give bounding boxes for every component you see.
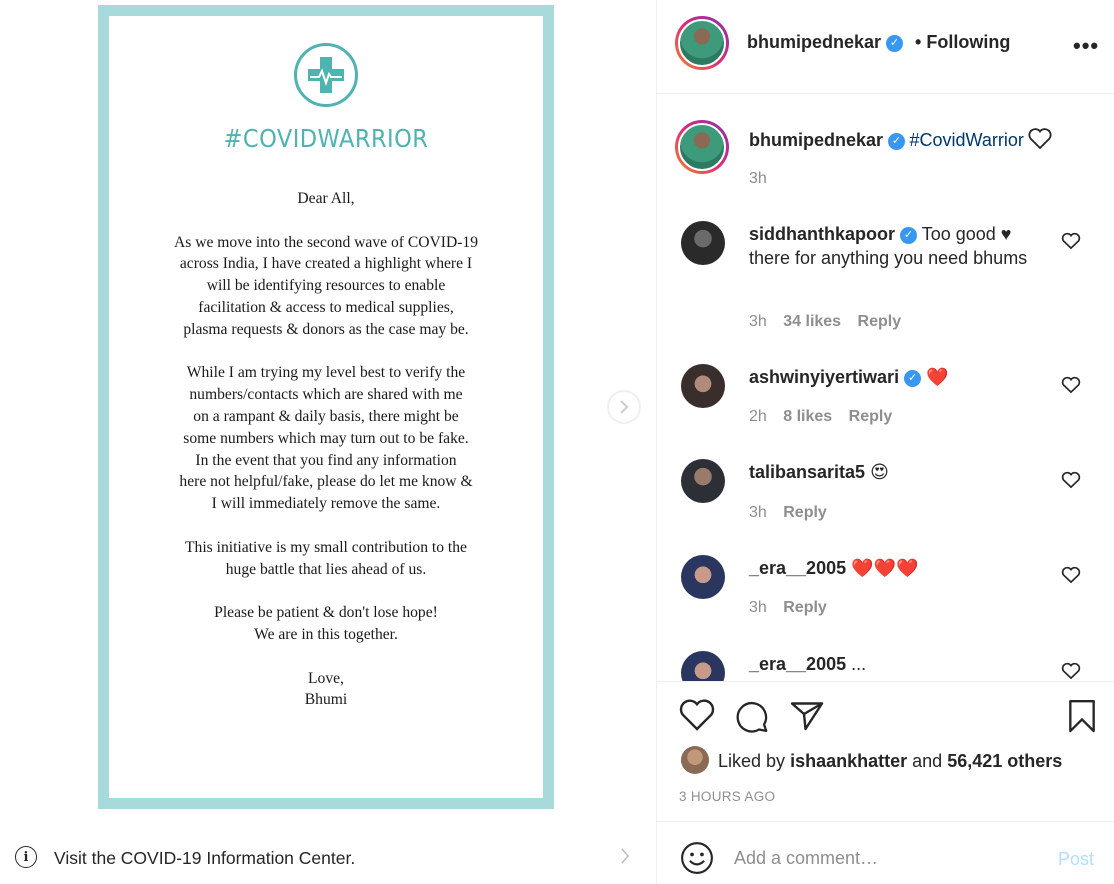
comment: talibansarita5 😍: [749, 460, 889, 484]
comment: _era__2005 ...: [749, 652, 866, 676]
comment-username[interactable]: _era__2005: [749, 558, 846, 578]
letter-paragraph: As we move into the second wave of COVID…: [173, 233, 478, 338]
comment-text: ❤️❤️❤️: [851, 558, 919, 578]
next-slide-button[interactable]: [607, 390, 641, 424]
more-icon[interactable]: •••: [1073, 33, 1099, 59]
comment: _era__2005 ❤️❤️❤️: [749, 556, 918, 580]
avatar[interactable]: [675, 16, 729, 70]
comment-text: 😍: [870, 462, 889, 482]
comment-text: ...: [851, 654, 867, 674]
likes-count[interactable]: 56,421 others: [947, 751, 1062, 771]
post-letter: Dear All, As we move into the second wav…: [109, 188, 543, 733]
emoji-icon[interactable]: [680, 841, 714, 875]
post-image[interactable]: #COVIDWARRIOR Dear All, As we move into …: [98, 5, 554, 809]
comment-time: 3h: [749, 313, 767, 330]
comment-text: ❤️: [926, 367, 949, 387]
comment-meta: 3h Reply: [749, 504, 827, 522]
letter-paragraph: Love, Bhumi: [304, 669, 348, 709]
like-comment-icon[interactable]: [1061, 662, 1081, 680]
comment-username[interactable]: _era__2005: [749, 654, 846, 674]
post-button[interactable]: Post: [1058, 849, 1094, 870]
hashtag-link[interactable]: #CovidWarrior: [909, 130, 1023, 150]
separator-dot: •: [915, 32, 922, 52]
verified-icon: ✓: [900, 226, 918, 244]
share-icon[interactable]: [789, 699, 825, 732]
liker-avatar[interactable]: [681, 746, 709, 774]
avatar[interactable]: [675, 120, 729, 174]
username-link[interactable]: bhumipednekar: [747, 32, 881, 52]
avatar[interactable]: [681, 555, 725, 599]
comment-meta: 3h 34 likes Reply: [749, 313, 901, 331]
avatar[interactable]: [681, 459, 725, 503]
comment-icon[interactable]: [734, 699, 770, 733]
header-username[interactable]: bhumipednekar ✓: [747, 32, 904, 53]
verified-icon: ✓: [904, 369, 922, 387]
liker-username[interactable]: ishaankhatter: [790, 751, 907, 771]
liked-by-label: Liked by: [718, 751, 786, 771]
avatar[interactable]: [681, 221, 725, 265]
comments-list[interactable]: bhumipednekar ✓ #CovidWarrior 3h siddhant…: [657, 95, 1114, 681]
reply-button[interactable]: Reply: [849, 408, 893, 425]
comment-meta: 3h Reply: [749, 599, 827, 617]
post-hashtag-title: #COVIDWARRIOR: [223, 124, 429, 153]
chevron-right-icon: [621, 848, 630, 864]
comment-time: 3h: [749, 504, 767, 521]
caption: bhumipednekar ✓ #CovidWarrior: [749, 128, 1052, 151]
chevron-right-icon: [620, 400, 629, 414]
post-timestamp[interactable]: 3 HOURS AGO: [679, 789, 775, 804]
letter-paragraph: Please be patient & don't lose hope! We …: [214, 604, 438, 643]
like-comment-icon[interactable]: [1061, 471, 1081, 489]
letter-paragraph: While I am trying my level best to verif…: [179, 364, 473, 513]
and-label: and: [912, 751, 943, 771]
verified-icon: ✓: [886, 34, 904, 52]
caption-time: 3h: [749, 170, 767, 187]
post-header: bhumipednekar ✓ • Following •••: [657, 0, 1114, 94]
comment-username[interactable]: talibansarita5: [749, 462, 865, 482]
heart-outline-icon: [1028, 128, 1052, 150]
heart-icon[interactable]: [679, 699, 715, 732]
bookmark-icon[interactable]: [1067, 699, 1097, 734]
avatar[interactable]: [681, 651, 725, 681]
following-label[interactable]: Following: [926, 32, 1010, 52]
letter-paragraph: Dear All,: [297, 190, 355, 207]
verified-icon: ✓: [888, 133, 906, 151]
comment-likes[interactable]: 34 likes: [783, 313, 841, 330]
comment-time: 3h: [749, 599, 767, 616]
liked-by-text: Liked by ishaankhatter and 56,421 others: [718, 751, 1062, 772]
reply-button[interactable]: Reply: [783, 599, 827, 616]
medical-cross-icon: [294, 43, 358, 107]
info-icon: i: [15, 846, 37, 868]
comment: ashwinyiyertiwari ✓ ❤️: [749, 365, 949, 389]
like-comment-icon[interactable]: [1061, 376, 1081, 394]
letter-paragraph: This initiative is my small contribution…: [185, 538, 467, 578]
caption-username[interactable]: bhumipednekar: [749, 130, 883, 150]
like-comment-icon[interactable]: [1061, 566, 1081, 584]
comment-username[interactable]: siddhanthkapoor: [749, 224, 895, 244]
comment-meta: 2h 8 likes Reply: [749, 408, 892, 426]
covid-info-link[interactable]: Visit the COVID-19 Information Center.: [54, 848, 355, 869]
like-comment-icon[interactable]: [1061, 232, 1081, 250]
comment-likes[interactable]: 8 likes: [783, 408, 832, 425]
media-pane: #COVIDWARRIOR Dear All, As we move into …: [0, 0, 656, 830]
reply-button[interactable]: Reply: [858, 313, 902, 330]
comment: siddhanthkapoor ✓ Too good ♥ there for an…: [749, 222, 1039, 270]
comment-box: [656, 821, 1114, 884]
comment-username[interactable]: ashwinyiyertiwari: [749, 367, 899, 387]
comment-time: 2h: [749, 408, 767, 425]
reply-button[interactable]: Reply: [783, 504, 827, 521]
avatar[interactable]: [681, 364, 725, 408]
following-button[interactable]: • Following: [915, 32, 1010, 53]
comment-input[interactable]: Add a comment…: [734, 848, 878, 869]
